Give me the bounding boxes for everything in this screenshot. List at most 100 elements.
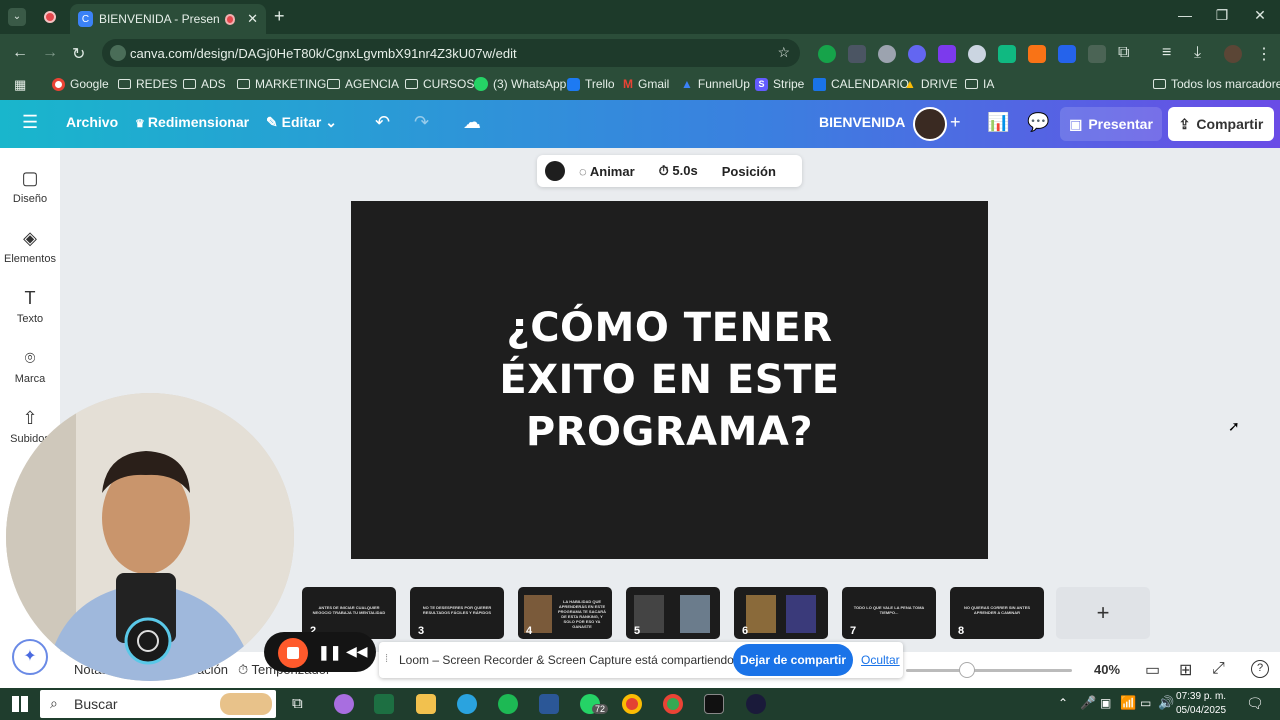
design-title[interactable]: BIENVENIDA — [819, 114, 905, 130]
media-control-icon[interactable]: ≡ — [1162, 44, 1171, 62]
drag-handle-icon[interactable]: ⁞ — [385, 653, 388, 665]
extension-puzzle-dim-icon[interactable] — [1088, 45, 1106, 63]
bookmark-cursos[interactable]: CURSOS — [405, 77, 474, 91]
tray-app-icon[interactable]: ▣ — [1100, 696, 1111, 710]
chrome-profile-icon[interactable] — [663, 694, 683, 714]
thumbnail-8[interactable]: NO QUIERAS CORRER SIN ANTES APRENDER A C… — [950, 587, 1044, 639]
presentar-button[interactable]: ▣ Presentar — [1060, 107, 1162, 141]
file-explorer-icon[interactable] — [416, 694, 436, 714]
wifi-icon[interactable]: 📶 — [1120, 695, 1136, 711]
tab-close-icon[interactable]: ✕ — [247, 11, 258, 27]
webcam-bubble[interactable] — [6, 393, 294, 681]
extension-compass-icon[interactable] — [878, 45, 896, 63]
color-swatch-button[interactable] — [545, 161, 565, 181]
undo-icon[interactable]: ↶ — [375, 112, 390, 133]
taskbar-clock[interactable]: 07:39 p. m. 05/04/2025 — [1176, 690, 1226, 718]
slide-title[interactable]: ¿CÓMO TENER ÉXITO EN ESTE PROGRAMA? — [440, 302, 900, 458]
extension-pie-icon[interactable] — [968, 45, 986, 63]
excel-icon[interactable] — [374, 694, 394, 714]
bookmark-stripe[interactable]: S Stripe — [755, 77, 804, 91]
editar-button[interactable]: ✎ Editar ⌄ — [266, 114, 337, 131]
redimensionar-button[interactable]: ♛ Redimensionar — [135, 114, 249, 130]
bookmark-ads[interactable]: ADS — [183, 77, 226, 91]
zoom-value[interactable]: 40% — [1094, 662, 1120, 677]
windows-start-icon[interactable] — [12, 696, 28, 712]
bookmark-google[interactable]: Google — [52, 77, 109, 91]
task-view-icon[interactable]: ⧉ — [292, 695, 303, 712]
sidebar-item-elementos[interactable]: ◈ Elementos — [0, 228, 60, 265]
compartir-button[interactable]: ⇪ Compartir — [1168, 107, 1274, 141]
spotify-icon[interactable] — [498, 694, 518, 714]
all-bookmarks[interactable]: Todos los marcadores — [1153, 77, 1280, 91]
animar-button[interactable]: ◌ Animar — [579, 164, 635, 179]
slide-canvas[interactable]: ¿CÓMO TENER ÉXITO EN ESTE PROGRAMA? — [351, 201, 988, 559]
chrome-icon[interactable] — [622, 694, 642, 714]
duration-button[interactable]: ⏱ 5.0s — [659, 163, 698, 179]
browser-menu-icon[interactable]: ⋮ — [1256, 44, 1272, 64]
bookmark-drive[interactable]: ▲ DRIVE — [904, 77, 958, 91]
extension-grammarly-icon[interactable] — [818, 45, 836, 63]
bookmark-funnelup[interactable]: ▲ FunnelUp — [681, 77, 750, 91]
back-icon[interactable]: ← — [12, 44, 28, 62]
extension-spark-icon[interactable] — [908, 45, 926, 63]
extension-gift-icon[interactable] — [998, 45, 1016, 63]
new-tab-button[interactable]: + — [274, 6, 285, 27]
page-view-icon[interactable]: ▭ — [1145, 660, 1160, 680]
loom-rewind-icon[interactable]: ◀◀ — [346, 643, 368, 660]
site-info-icon[interactable] — [110, 45, 126, 61]
loom-pause-icon[interactable]: ❚❚ — [318, 644, 341, 661]
bookmark-redes[interactable]: REDES — [118, 77, 177, 91]
reload-icon[interactable]: ↻ — [72, 44, 85, 64]
maximize-button[interactable]: ❐ — [1207, 7, 1237, 24]
comments-icon[interactable]: 💬 — [1027, 112, 1049, 133]
tab-bienvenida[interactable]: C BIENVENIDA - Presentación ✕ — [70, 4, 266, 34]
tray-chevron-icon[interactable]: ⌃ — [1058, 696, 1068, 710]
grid-view-icon[interactable]: ⊞ — [1179, 660, 1192, 680]
url-input[interactable]: canva.com/design/DAGj0HeT80k/CgnxLgvmbX9… — [102, 39, 800, 67]
thumbnail-3[interactable]: NO TE DESESPERES POR QUERER RESULTADOS F… — [410, 587, 504, 639]
bookmark-star-icon[interactable]: ☆ — [777, 44, 790, 61]
bookmark-calendario[interactable]: CALENDARIO — [813, 77, 909, 91]
redo-icon[interactable]: ↷ — [414, 112, 429, 133]
downloads-icon[interactable]: ⤓ — [1194, 44, 1201, 62]
apps-grid-icon[interactable]: ▦ — [14, 77, 26, 93]
posicion-button[interactable]: Posición — [722, 164, 776, 179]
add-collaborator-icon[interactable]: + — [950, 112, 961, 133]
close-window-button[interactable]: ✕ — [1245, 7, 1275, 24]
bookmark-trello[interactable]: Trello — [567, 77, 615, 91]
tab-search-button[interactable]: ⌄ — [8, 8, 26, 26]
loom-taskbar-icon[interactable] — [746, 694, 766, 714]
bookmark-gmail[interactable]: M Gmail — [623, 77, 669, 91]
hamburger-menu-icon[interactable]: ☰ — [22, 112, 38, 133]
insights-chart-icon[interactable]: 📊 — [987, 112, 1009, 133]
help-icon[interactable]: ? — [1251, 660, 1269, 678]
notifications-icon[interactable]: 🗨 — [1246, 695, 1264, 712]
thumbnail-7[interactable]: TODO LO QUE VALE LA PENA TOMA TIEMPO... 7 — [842, 587, 936, 639]
cloud-saved-icon[interactable]: ☁ — [463, 112, 481, 133]
telegram-icon[interactable] — [457, 694, 477, 714]
word-icon[interactable] — [539, 694, 559, 714]
microphone-icon[interactable]: 🎤 — [1080, 695, 1096, 711]
magic-assistant-button[interactable]: ✦ — [12, 639, 48, 675]
thumbnail-4[interactable]: LA HABILIDAD QUE APRENDERÁS EN ESTE PROG… — [518, 587, 612, 639]
extension-orange-icon[interactable] — [1028, 45, 1046, 63]
forward-icon[interactable]: → — [42, 44, 58, 62]
battery-icon[interactable]: ▭ — [1140, 696, 1151, 710]
minimize-button[interactable]: — — [1170, 7, 1200, 23]
loom-stop-button[interactable] — [278, 638, 308, 668]
zoom-slider-knob[interactable] — [959, 662, 975, 678]
extension-badge-icon[interactable] — [938, 45, 956, 63]
extension-code-icon[interactable] — [848, 45, 866, 63]
zoom-slider[interactable] — [906, 669, 1072, 672]
bookmark-ia[interactable]: IA — [965, 77, 994, 91]
sidebar-item-marca[interactable]: ⌾ Marca — [0, 348, 60, 385]
collaborator-avatar[interactable] — [913, 107, 947, 141]
bookmark-marketing[interactable]: MARKETING — [237, 77, 326, 91]
volume-icon[interactable]: 🔊 — [1158, 695, 1174, 711]
thumbnail-6[interactable]: 6 — [734, 587, 828, 639]
hide-banner-link[interactable]: Ocultar — [861, 653, 900, 667]
copilot-icon[interactable] — [334, 694, 354, 714]
archivo-button[interactable]: Archivo — [66, 114, 118, 130]
stop-sharing-button[interactable]: Dejar de compartir — [733, 644, 853, 676]
taskbar-search-input[interactable]: ⌕ Buscar — [40, 690, 276, 718]
